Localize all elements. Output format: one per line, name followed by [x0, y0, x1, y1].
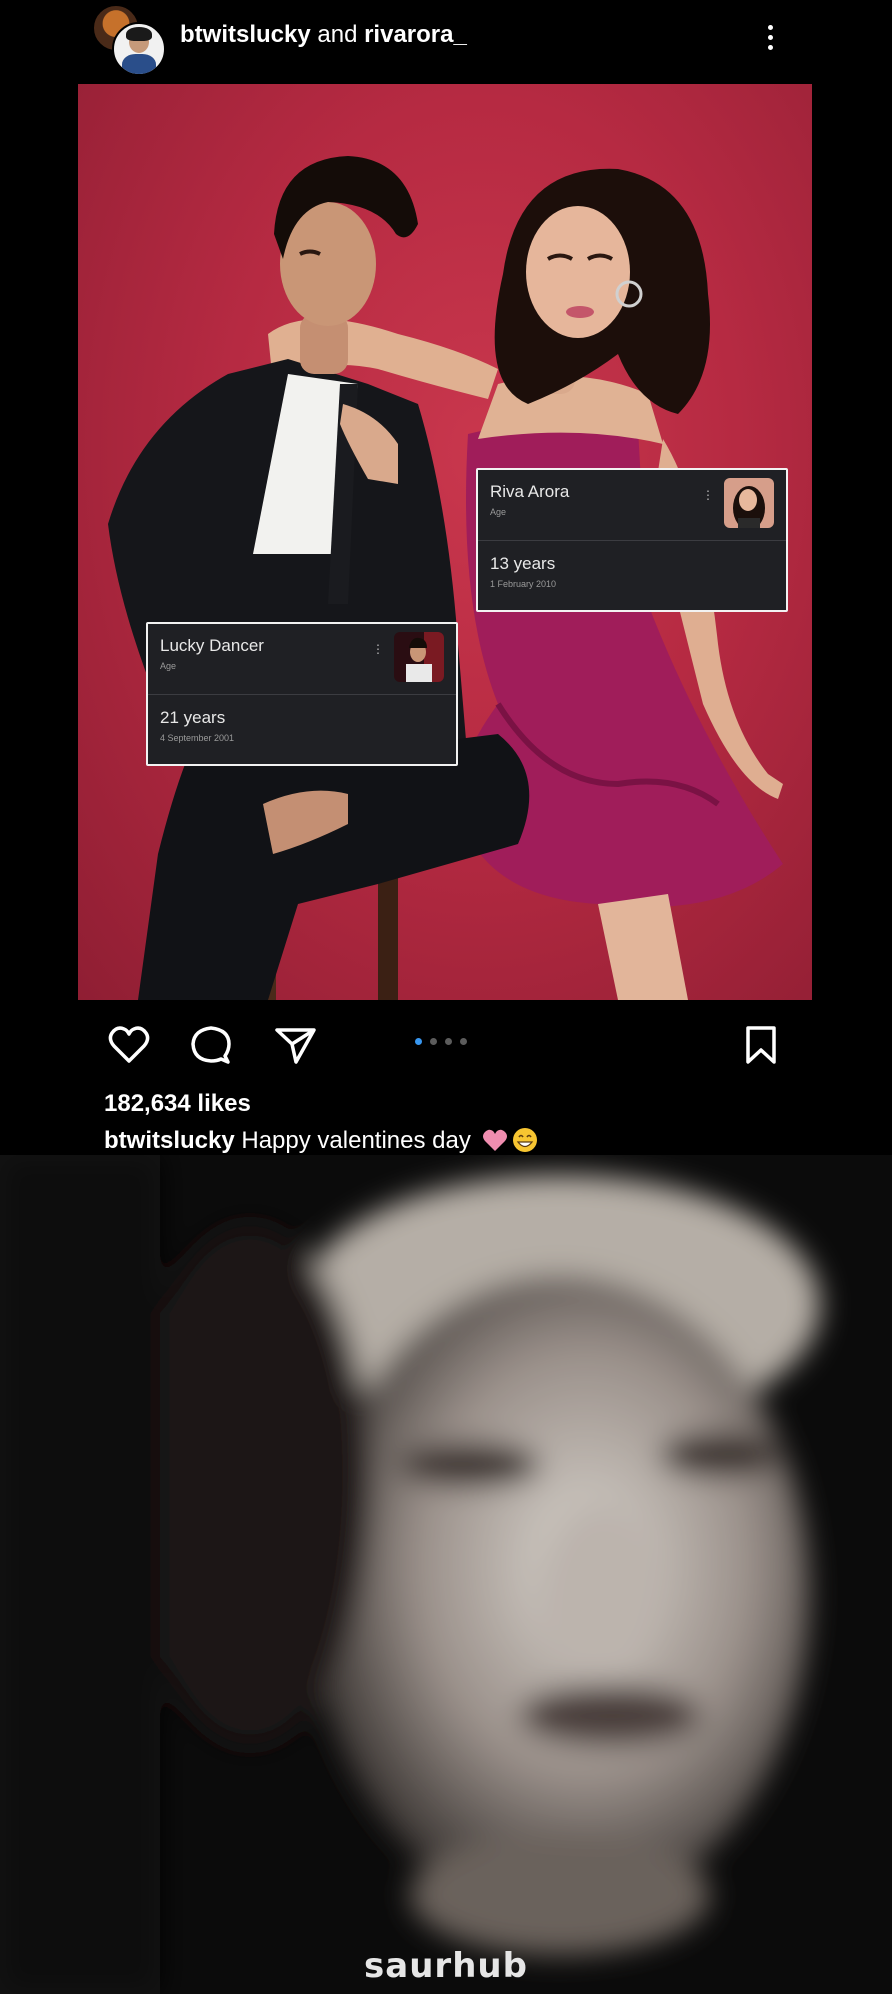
collab-avatars[interactable]	[88, 4, 166, 76]
card-name: Riva Arora	[490, 482, 570, 501]
post-header: btwitslucky and rivarora_	[0, 0, 892, 78]
card-age: 21 years	[160, 708, 226, 727]
username-secondary[interactable]: rivarora_	[364, 21, 467, 48]
card-age: 13 years	[490, 554, 556, 573]
age-card-riva: Riva Arora Age ⋮ 13 years 1 February 201…	[476, 468, 788, 612]
avatar-rivarora[interactable]	[112, 22, 166, 76]
caption-text: Happy valentines day	[241, 1127, 471, 1154]
card-label: Age	[160, 661, 177, 671]
watermark: saurhub	[364, 1946, 528, 1986]
card-more-icon: ⋮	[372, 642, 384, 656]
pink-heart-emoji	[482, 1127, 508, 1153]
carousel-dot	[415, 1038, 422, 1045]
reaction-image	[0, 1155, 892, 1994]
card-name: Lucky Dancer	[160, 636, 264, 655]
card-more-icon: ⋮	[702, 488, 714, 502]
more-options-icon[interactable]	[758, 14, 782, 60]
action-bar	[0, 1000, 892, 1090]
username-primary[interactable]: btwitslucky	[180, 21, 311, 48]
blurry-face-photo	[0, 1155, 892, 1994]
card-divider	[478, 540, 786, 541]
post-photo[interactable]: Riva Arora Age ⋮ 13 years 1 February 201…	[78, 84, 812, 1000]
grinning-face-emoji	[512, 1127, 538, 1153]
card-date: 4 September 2001	[160, 733, 235, 743]
caption-username[interactable]: btwitslucky	[104, 1127, 235, 1154]
card-avatar-lucky	[394, 632, 444, 682]
bookmark-icon[interactable]	[738, 1022, 784, 1068]
card-date: 1 February 2010	[490, 579, 557, 589]
card-divider	[148, 694, 456, 695]
card-label: Age	[490, 507, 507, 517]
post-caption: btwitslucky Happy valentines day	[104, 1126, 538, 1156]
age-card-lucky: Lucky Dancer Age ⋮ 21 years 4 September …	[146, 622, 458, 766]
like-count[interactable]: 182,634 likes	[104, 1089, 251, 1119]
carousel-dot	[430, 1038, 437, 1045]
carousel-dot	[460, 1038, 467, 1045]
card-avatar-riva	[724, 478, 774, 528]
post-usernames: btwitslucky and rivarora_	[180, 20, 467, 50]
send-icon[interactable]	[272, 1022, 318, 1068]
comment-icon[interactable]	[188, 1022, 234, 1068]
heart-icon[interactable]	[106, 1022, 152, 1068]
carousel-indicator	[415, 1038, 467, 1045]
username-joiner: and	[317, 21, 358, 48]
carousel-dot	[445, 1038, 452, 1045]
